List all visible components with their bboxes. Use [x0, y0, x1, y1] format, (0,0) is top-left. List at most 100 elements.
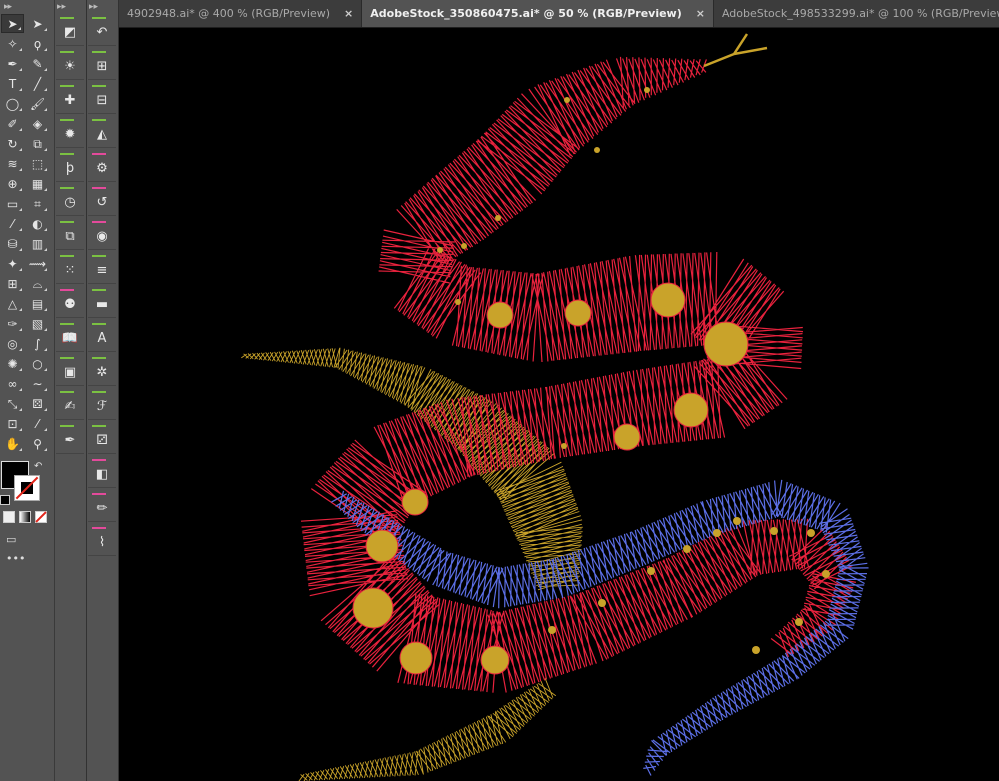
free-transform-tool-icon[interactable]: ⬚ [26, 154, 49, 173]
gold-dot [564, 97, 570, 103]
crystallize-tool-icon[interactable]: ✺ [1, 354, 24, 373]
transform-panel-button[interactable]: ⊞ [88, 48, 116, 80]
character-panel-button[interactable]: A [88, 320, 116, 352]
mesh-tool-icon[interactable]: ⌗ [26, 194, 49, 213]
dot-grid-panel-button[interactable]: ⁙ [56, 252, 84, 284]
ellipse-tool-icon[interactable]: ◯ [1, 94, 24, 113]
warp-tool-icon[interactable]: ≋ [1, 154, 24, 173]
document-tab[interactable]: AdobeStock_498533299.ai* @ 100 % (RGB/Pr… [714, 0, 999, 27]
scale-tool-icon[interactable]: ⧉ [26, 134, 49, 153]
book-panel-icon: 📖 [61, 330, 79, 346]
artboards-panel-button[interactable]: ⊟ [88, 82, 116, 114]
document-tab[interactable]: 4902948.ai* @ 400 % (RGB/Preview) × [119, 0, 363, 27]
column-graph-tool-icon[interactable]: ▥ [26, 234, 49, 253]
lasso-tool-icon[interactable]: ϙ [26, 34, 49, 53]
blend-tool-icon[interactable]: ◐ [26, 214, 49, 233]
gradient-mode-icon[interactable] [19, 511, 31, 523]
spiral-panel-button[interactable]: ↺ [88, 184, 116, 216]
brush-stroke-panel-button[interactable]: ✏ [88, 490, 116, 522]
type-tool-icon[interactable]: T [1, 74, 24, 93]
infinity-tool-icon[interactable]: ∞ [1, 374, 24, 393]
brush-panel-button[interactable]: ✍ [56, 388, 84, 420]
gear-panel-button[interactable]: ⚙ [88, 150, 116, 182]
default-fill-stroke-icon[interactable] [0, 495, 10, 505]
slice-tool-icon[interactable]: ⌓ [26, 274, 49, 293]
dice-tool-icon[interactable]: ⚄ [26, 394, 49, 413]
rectangle-panel-icon: ▬ [95, 296, 109, 312]
paintbrush-tool-icon[interactable]: 🖌 [26, 94, 49, 113]
path-eraser-tool-icon[interactable]: ⁄ [26, 414, 49, 433]
lines-panel-button[interactable]: ≡ [88, 252, 116, 284]
tool-flyout-indicator [44, 308, 47, 311]
zoom-tool-icon[interactable]: ⚲ [26, 434, 49, 453]
eye-panel-button[interactable]: ◉ [88, 218, 116, 250]
curvature-tool-icon[interactable]: ✎ [26, 54, 49, 73]
direct-selection-tool-icon[interactable]: ➤ [26, 14, 49, 33]
align-panel-button[interactable]: ⧉ [56, 218, 84, 250]
panel-color-bar [92, 357, 106, 359]
stroke-color-swatch[interactable] [14, 475, 40, 501]
width-tool-icon[interactable]: ⟿ [26, 254, 49, 273]
none-mode-icon[interactable] [35, 511, 47, 523]
shape-builder-tool-icon[interactable]: ⊕ [1, 174, 24, 193]
brightness-panel-button[interactable]: ☀ [56, 48, 84, 80]
swatch-circles-panel-button[interactable]: ⚉ [56, 286, 84, 318]
pen-nib-panel-button[interactable]: ✒ [56, 422, 84, 454]
screen-mode-icon[interactable]: ▭ [0, 533, 54, 546]
tools-panel-grip[interactable]: ▸▸ [0, 0, 54, 14]
tool-flyout-indicator [44, 348, 47, 351]
panel-color-bar [60, 289, 74, 291]
artboard-canvas[interactable] [119, 28, 999, 781]
live-paint-tool-icon[interactable]: ▧ [26, 314, 49, 333]
transform-again-tool-icon[interactable]: ⤡ [1, 394, 24, 413]
symbol-sprayer-tool-icon[interactable]: ⛁ [1, 234, 24, 253]
panel-dock-grip[interactable]: ▸▸ [87, 0, 118, 14]
close-icon[interactable]: × [696, 7, 705, 20]
pencil-tool-icon[interactable]: ∫ [26, 334, 49, 353]
swap-fill-stroke-icon[interactable]: ↶ [34, 461, 42, 472]
polygon-tool-icon[interactable]: ○ [26, 354, 49, 373]
color-mode-icon[interactable] [3, 511, 15, 523]
navigator-panel-button[interactable]: ◩ [56, 14, 84, 46]
perspective-panel-button[interactable]: ◭ [88, 116, 116, 148]
feather-panel-icon: ϸ [65, 160, 75, 176]
rotate-tool-icon[interactable]: ↻ [1, 134, 24, 153]
clock-panel-button[interactable]: ◷ [56, 184, 84, 216]
image-panel-button[interactable]: ▣ [56, 354, 84, 386]
smooth-tool-icon[interactable]: ∼ [26, 374, 49, 393]
starburst-panel-button[interactable]: ✹ [56, 116, 84, 148]
hand-tool-icon[interactable]: ✋ [1, 434, 24, 453]
add-panel-button[interactable]: ✚ [56, 82, 84, 114]
puppet-warp-tool-icon[interactable]: ✦ [1, 254, 24, 273]
panel-color-bar [60, 221, 74, 223]
book-panel-button[interactable]: 📖 [56, 320, 84, 352]
blob-brush-tool-icon[interactable]: ✑ [1, 314, 24, 333]
shaper-tool-icon[interactable]: ✐ [1, 114, 24, 133]
spiral-tool-icon[interactable]: ◎ [1, 334, 24, 353]
eraser-tool-icon[interactable]: ◈ [26, 114, 49, 133]
feather-panel-button[interactable]: ϸ [56, 150, 84, 182]
rectangle-panel-button[interactable]: ▬ [88, 286, 116, 318]
brush-tip-panel-button[interactable]: ⌇ [88, 524, 116, 556]
pen-tool-icon[interactable]: ✒ [1, 54, 24, 73]
close-icon[interactable]: × [344, 7, 353, 20]
line-segment-tool-icon[interactable]: ╱ [26, 74, 49, 93]
knife-tool-icon[interactable]: △ [1, 294, 24, 313]
panel-dock-grip[interactable]: ▸▸ [55, 0, 86, 14]
crop-tool-icon[interactable]: ⊡ [1, 414, 24, 433]
document-tab-active[interactable]: AdobeStock_350860475.ai* @ 50 % (RGB/Pre… [362, 0, 714, 27]
selection-tool-icon[interactable]: ➤ [1, 14, 24, 33]
artboard-tool-icon[interactable]: ⊞ [1, 274, 24, 293]
curve-panel-button[interactable]: ↶ [88, 14, 116, 46]
gradient-tool-icon[interactable]: ▭ [1, 194, 24, 213]
gradient-panel-button[interactable]: ◧ [88, 456, 116, 488]
perspective-selection-tool-icon[interactable]: ▤ [26, 294, 49, 313]
script-panel-button[interactable]: ℱ [88, 388, 116, 420]
magic-wand-tool-icon[interactable]: ✧ [1, 34, 24, 53]
dot-grid-panel-icon: ⁙ [64, 262, 76, 278]
perspective-grid-tool-icon[interactable]: ▦ [26, 174, 49, 193]
edit-toolbar-button[interactable]: ••• [0, 552, 54, 565]
dice-panel-button[interactable]: ⚂ [88, 422, 116, 454]
eyedropper-tool-icon[interactable]: ⁄ [1, 214, 24, 233]
splash-panel-button[interactable]: ✲ [88, 354, 116, 386]
